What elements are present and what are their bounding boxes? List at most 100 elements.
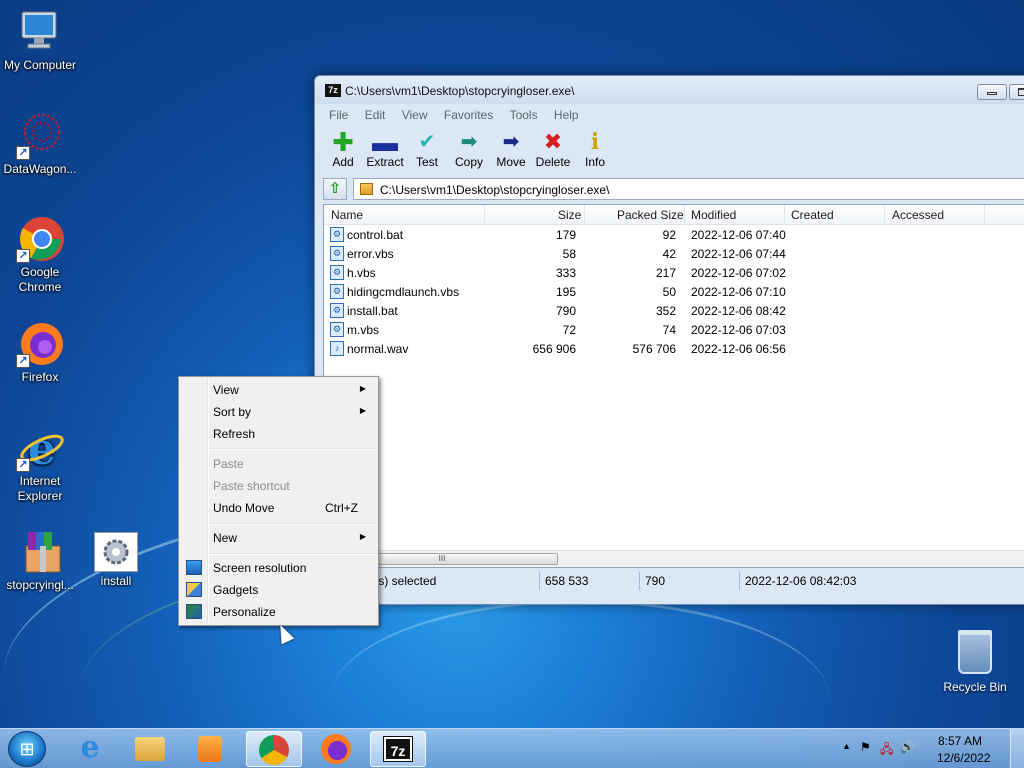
menu-item-undo-move[interactable]: Undo Move Ctrl+Z	[181, 497, 376, 519]
file-packed-size: 42	[662, 247, 676, 261]
status-bar: t(s) selected 658 533 790 2022-12-06 08:…	[323, 570, 1024, 592]
delete-button[interactable]: ✖ Delete	[532, 129, 574, 170]
desktop-icon-stopcryingloser[interactable]: stopcryingl...	[0, 528, 80, 593]
horizontal-scrollbar[interactable]: III	[324, 550, 1024, 567]
move-icon: ➡	[502, 131, 520, 153]
menu-item-new[interactable]: New ▶	[181, 527, 376, 549]
status-size: 658 533	[545, 574, 589, 588]
shortcut-arrow-icon: ↗	[16, 458, 30, 472]
desktop-icon-chrome[interactable]: ↗ Google Chrome	[0, 215, 80, 295]
chrome-icon	[259, 735, 289, 765]
file-modified: 2022-12-06 07:02	[691, 266, 786, 280]
computer-icon	[16, 8, 64, 56]
vbs-file-icon: ⚙	[330, 246, 344, 261]
extract-label: Extract	[366, 155, 404, 169]
taskbar-7zip[interactable]: 7z	[370, 731, 426, 767]
minimize-button[interactable]	[977, 84, 1007, 100]
file-row[interactable]: ⚙ h.vbs 333 217 2022-12-06 07:02	[324, 263, 1024, 282]
desktop-icon-recycle-bin[interactable]: Recycle Bin	[935, 630, 1015, 694]
clock-date[interactable]: 12/6/2022	[937, 751, 990, 765]
column-accessed[interactable]: Accessed	[892, 208, 944, 222]
test-button[interactable]: ✔ Test	[406, 130, 448, 169]
file-row[interactable]: ⚙ m.vbs 72 74 2022-12-06 07:03	[324, 320, 1024, 339]
status-modified: 2022-12-06 08:42:03	[745, 574, 857, 588]
menu-favorites[interactable]: Favorites	[444, 104, 493, 126]
folder-up-button[interactable]: ⇧	[323, 178, 347, 200]
submenu-arrow-icon: ▶	[359, 406, 366, 415]
extract-button[interactable]: ▬ Extract	[364, 129, 406, 169]
taskbar-firefox[interactable]	[308, 731, 364, 767]
address-field[interactable]: C:\Users\vm1\Desktop\stopcryingloser.exe…	[353, 178, 1024, 200]
column-size[interactable]: Size	[558, 208, 581, 222]
menu-item-personalize[interactable]: Personalize	[181, 601, 376, 623]
maximize-button[interactable]	[1009, 84, 1024, 100]
volume-icon[interactable]: 🔊	[900, 740, 915, 754]
recycle-bin-icon	[958, 630, 992, 674]
desktop-icon-firefox[interactable]: ↗ Firefox	[0, 320, 80, 385]
toolbar: ✚ Add ▬ Extract ✔ Test ➡ Copy ➡ Move ✖ D…	[315, 126, 1024, 176]
show-hidden-icons-icon[interactable]: ▲	[842, 741, 851, 751]
action-center-icon[interactable]: ⚑	[860, 740, 871, 754]
menu-item-gadgets[interactable]: Gadgets	[181, 579, 376, 601]
file-row[interactable]: ⚙ hidingcmdlaunch.vbs 195 50 2022-12-06 07:1…	[324, 282, 1024, 301]
window-titlebar[interactable]: 7z C:\Users\vm1\Desktop\stopcryingloser.…	[315, 76, 1024, 104]
desktop-icon-my-computer[interactable]: My Computer	[0, 8, 80, 73]
desktop-icon-install[interactable]: install	[76, 528, 156, 589]
svg-text:e: e	[28, 424, 56, 472]
network-icon[interactable]: 🖧	[880, 740, 893, 761]
show-desktop-button[interactable]	[1010, 729, 1024, 768]
menu-tools[interactable]: Tools	[510, 104, 538, 126]
wav-file-icon: ♪	[330, 341, 344, 356]
copy-button[interactable]: ➡ Copy	[448, 130, 490, 169]
test-label: Test	[415, 155, 438, 169]
desktop-icon-label: Google Chrome	[18, 265, 62, 294]
archive-folder-icon	[360, 183, 373, 195]
column-packed-size[interactable]: Packed Size	[617, 208, 684, 222]
delete-icon: ✖	[543, 129, 563, 154]
taskbar-internet-explorer[interactable]: e	[62, 731, 118, 767]
column-modified[interactable]: Modified	[691, 208, 736, 222]
info-button[interactable]: i Info	[574, 130, 616, 169]
file-modified: 2022-12-06 07:10	[691, 285, 786, 299]
file-size: 656 906	[532, 342, 576, 356]
menu-help[interactable]: Help	[554, 104, 579, 126]
taskbar-media-player[interactable]	[182, 731, 238, 767]
7zip-window: 7z C:\Users\vm1\Desktop\stopcryingloser.…	[314, 75, 1024, 605]
7zip-icon: 7z	[383, 736, 413, 762]
winrar-archive-icon	[16, 528, 64, 576]
menu-file[interactable]: File	[329, 104, 348, 126]
menu-item-view[interactable]: View ▶	[181, 379, 376, 401]
menu-item-paste-shortcut[interactable]: Paste shortcut	[181, 475, 376, 497]
file-size: 333	[555, 266, 576, 280]
taskbar-chrome[interactable]	[246, 731, 302, 767]
menu-item-sort-by[interactable]: Sort by ▶	[181, 401, 376, 423]
file-row[interactable]: ⚙ install.bat 790 352 2022-12-06 08:42	[324, 301, 1024, 320]
file-row[interactable]: ⚙ error.vbs 58 42 2022-12-06 07:44	[324, 244, 1024, 263]
add-icon: ✚	[332, 127, 354, 157]
start-button[interactable]: ⊞	[8, 731, 46, 767]
desktop-icon-internet-explorer[interactable]: e ↗ Internet Explorer	[0, 424, 80, 504]
menu-item-refresh[interactable]: Refresh	[181, 423, 376, 445]
shortcut-arrow-icon: ↗	[16, 354, 30, 368]
taskbar-windows-explorer[interactable]	[122, 731, 178, 767]
system-tray: ▲ ⚑ 🖧 🔊 8:57 AM 12/6/2022	[834, 729, 1024, 768]
list-header: Name Size Packed Size Modified Created A…	[324, 205, 1024, 225]
add-button[interactable]: ✚ Add	[322, 127, 364, 169]
menu-item-screen-resolution[interactable]: Screen resolution	[181, 557, 376, 579]
move-button[interactable]: ➡ Move	[490, 130, 532, 169]
screen-resolution-icon	[186, 560, 202, 575]
column-created[interactable]: Created	[791, 208, 834, 222]
clock-time[interactable]: 8:57 AM	[938, 734, 982, 748]
column-name[interactable]: Name	[331, 208, 363, 222]
desktop-icon-datawagon[interactable]: ↗ DataWagon...	[0, 112, 80, 177]
menu-item-paste[interactable]: Paste	[181, 453, 376, 475]
menu-view[interactable]: View	[402, 104, 428, 126]
status-selected: t(s) selected	[371, 574, 437, 588]
menu-edit[interactable]: Edit	[365, 104, 386, 126]
file-size: 790	[555, 304, 576, 318]
file-row[interactable]: ⚙ control.bat 179 92 2022-12-06 07:40	[324, 225, 1024, 244]
file-row[interactable]: ♪ normal.wav 656 906 576 706 2022-12-06 06:5…	[324, 339, 1024, 358]
file-name: control.bat	[347, 228, 404, 242]
desktop-icon-label: Internet Explorer	[17, 474, 63, 503]
file-list: Name Size Packed Size Modified Created A…	[323, 204, 1024, 568]
